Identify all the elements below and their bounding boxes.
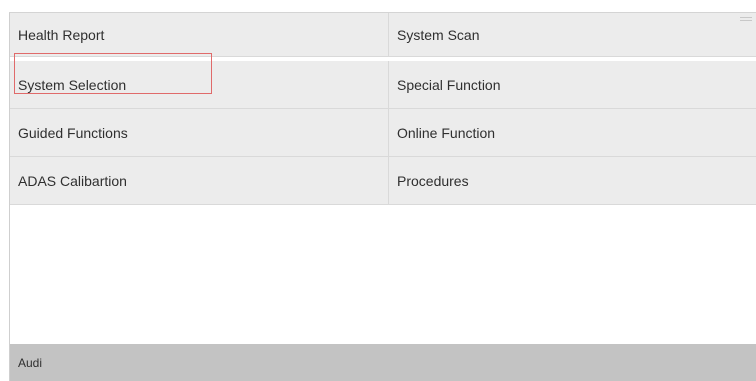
menu-item-adas-calibartion[interactable]: ADAS Calibartion [10, 157, 389, 205]
menu-item-label: System Selection [18, 76, 127, 93]
function-menu-panel: Health Report System Scan System Selecti… [9, 12, 756, 381]
menu-item-health-report[interactable]: Health Report [10, 13, 389, 57]
menu-item-label: System Scan [397, 26, 480, 43]
menu-item-label: Health Report [18, 26, 105, 43]
menu-item-label: ADAS Calibartion [18, 172, 127, 189]
menu-item-label: Special Function [397, 76, 501, 93]
vehicle-footer-bar: Audi [10, 344, 756, 381]
menu-item-guided-functions[interactable]: Guided Functions [10, 109, 389, 157]
menu-handle-icon[interactable] [740, 17, 752, 23]
menu-item-online-function[interactable]: Online Function [389, 109, 756, 157]
menu-item-procedures[interactable]: Procedures [389, 157, 756, 205]
menu-item-label: Online Function [397, 124, 496, 141]
menu-item-label: Procedures [397, 172, 469, 189]
menu-item-system-scan[interactable]: System Scan [389, 13, 756, 57]
menu-item-label: Guided Functions [18, 124, 128, 141]
menu-item-special-function[interactable]: Special Function [389, 61, 756, 109]
function-menu-grid: Health Report System Scan System Selecti… [10, 13, 756, 205]
vehicle-label: Audi [18, 355, 43, 370]
menu-item-system-selection[interactable]: System Selection [10, 61, 389, 109]
